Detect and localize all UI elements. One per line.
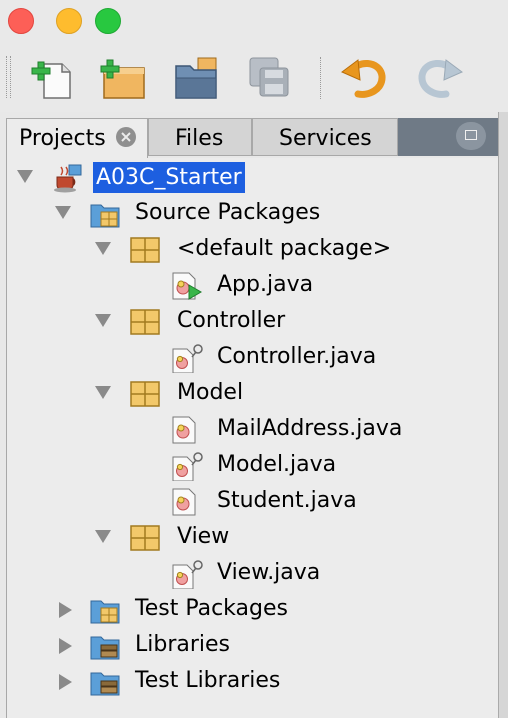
tree-node-test-packages[interactable]: Test Packages xyxy=(7,592,499,628)
tree-node-view-package[interactable]: View xyxy=(7,520,499,556)
editor-edge xyxy=(498,112,508,718)
undo-button[interactable] xyxy=(338,50,392,104)
project-name-label: A03C_Starter xyxy=(93,162,245,193)
tree-node-app-java[interactable]: App.java xyxy=(7,268,499,304)
tab-projects[interactable]: Projects xyxy=(6,118,148,158)
collapse-arrow-icon[interactable] xyxy=(95,314,111,327)
tree-node-default-package[interactable]: <default package> xyxy=(7,232,499,268)
collapse-arrow-icon[interactable] xyxy=(95,242,111,255)
minimize-window-button[interactable] xyxy=(56,8,82,34)
open-project-icon xyxy=(175,57,217,99)
mailaddress-java-label: MailAddress.java xyxy=(217,416,403,441)
save-all-icon xyxy=(249,57,289,97)
model-package-label: Model xyxy=(177,380,244,405)
java-project-icon xyxy=(51,163,83,193)
package-icon xyxy=(129,235,161,265)
package-icon xyxy=(129,523,161,553)
view-package-label: View xyxy=(177,524,230,549)
collapse-arrow-icon[interactable] xyxy=(95,386,111,399)
tree-node-model-package[interactable]: Model xyxy=(7,376,499,412)
controller-package-label: Controller xyxy=(177,308,286,333)
collapse-arrow-icon[interactable] xyxy=(55,206,71,219)
tree-node-libraries[interactable]: Libraries xyxy=(7,628,499,664)
tab-services-label: Services xyxy=(279,126,372,151)
close-window-button[interactable] xyxy=(8,8,34,34)
java-main-class-icon xyxy=(171,271,203,301)
test-libraries-label: Test Libraries xyxy=(135,668,281,693)
collapse-arrow-icon[interactable] xyxy=(17,170,33,183)
tree-node-mailaddress-java[interactable]: MailAddress.java xyxy=(7,412,499,448)
java-class-icon xyxy=(171,415,203,445)
controller-java-label: Controller.java xyxy=(217,344,377,369)
test-libraries-folder-icon xyxy=(89,667,121,697)
expand-arrow-icon[interactable] xyxy=(59,674,72,690)
save-all-button[interactable] xyxy=(242,50,296,104)
source-folder-icon xyxy=(89,199,121,229)
test-packages-label: Test Packages xyxy=(135,596,288,621)
libraries-label: Libraries xyxy=(135,632,231,657)
minimize-panel-button[interactable] xyxy=(456,122,486,150)
source-packages-label: Source Packages xyxy=(135,200,321,225)
zoom-window-button[interactable] xyxy=(95,8,121,34)
redo-icon xyxy=(418,59,463,98)
expand-arrow-icon[interactable] xyxy=(59,638,72,654)
expand-arrow-icon[interactable] xyxy=(59,602,72,618)
open-project-button[interactable] xyxy=(170,50,224,104)
tree-node-test-libraries[interactable]: Test Libraries xyxy=(7,664,499,700)
minimize-icon xyxy=(465,130,477,140)
libraries-folder-icon xyxy=(89,631,121,661)
view-java-label: View.java xyxy=(217,560,321,585)
default-package-label: <default package> xyxy=(177,236,392,261)
java-class-icon xyxy=(171,487,203,517)
tree-node-model-java[interactable]: Model.java xyxy=(7,448,499,484)
app-java-label: App.java xyxy=(217,272,314,297)
title-bar xyxy=(0,0,508,40)
project-tree: A03C_Starter Source Packages <default pa… xyxy=(6,158,498,718)
java-class-modified-icon xyxy=(171,451,203,481)
tree-node-view-java[interactable]: View.java xyxy=(7,556,499,592)
tab-services[interactable]: Services xyxy=(252,118,398,156)
model-java-label: Model.java xyxy=(217,452,337,477)
java-class-modified-icon xyxy=(171,559,203,589)
close-tab-icon[interactable] xyxy=(115,126,137,148)
toolbar-separator xyxy=(320,57,321,99)
package-icon xyxy=(129,307,161,337)
tree-node-controller-java[interactable]: Controller.java xyxy=(7,340,499,376)
new-project-button[interactable] xyxy=(96,50,150,104)
collapse-arrow-icon[interactable] xyxy=(95,530,111,543)
java-class-modified-icon xyxy=(171,343,203,373)
tab-files-label: Files xyxy=(175,126,224,151)
tree-node-project-root[interactable]: A03C_Starter xyxy=(7,160,499,196)
redo-button[interactable] xyxy=(412,50,466,104)
undo-icon xyxy=(341,59,386,98)
tab-files[interactable]: Files xyxy=(148,118,252,156)
test-folder-icon xyxy=(89,595,121,625)
student-java-label: Student.java xyxy=(217,488,357,513)
tree-node-source-packages[interactable]: Source Packages xyxy=(7,196,499,232)
new-file-button[interactable] xyxy=(28,50,82,104)
tree-node-student-java[interactable]: Student.java xyxy=(7,484,499,520)
new-project-icon xyxy=(100,59,145,99)
toolbar-grip[interactable] xyxy=(6,56,11,98)
new-file-icon xyxy=(31,61,71,99)
tree-node-controller-package[interactable]: Controller xyxy=(7,304,499,340)
tab-projects-label: Projects xyxy=(19,126,106,151)
package-icon xyxy=(129,379,161,409)
